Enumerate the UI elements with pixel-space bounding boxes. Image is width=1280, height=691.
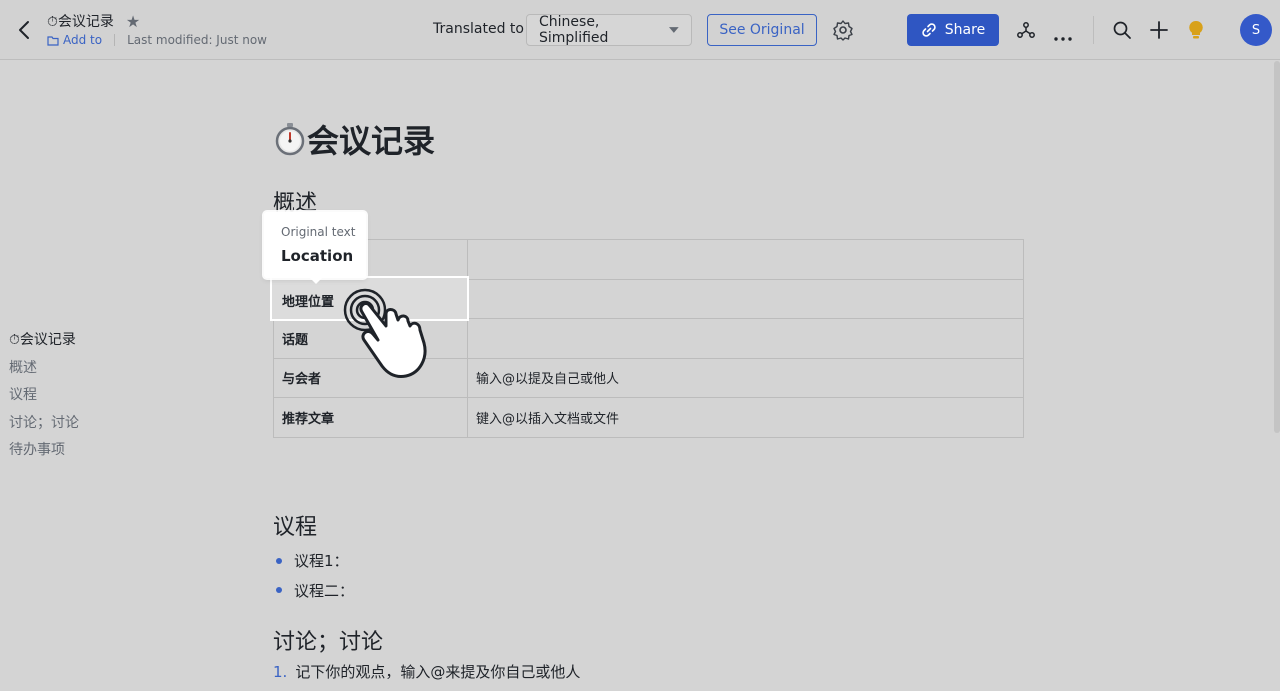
chevron-down-icon — [669, 27, 679, 33]
list-item[interactable]: 议程1： — [273, 546, 354, 576]
table-value-cell[interactable] — [467, 318, 1024, 359]
outline-panel: ⏱会议记录 概述 议程 讨论；讨论 待办事项 — [9, 330, 79, 468]
outline-item[interactable]: ⏱会议记录 — [9, 330, 79, 358]
gear-icon[interactable] — [832, 19, 854, 45]
lightbulb-icon[interactable] — [1186, 19, 1206, 45]
hand-pointer-icon — [340, 288, 460, 384]
back-icon[interactable] — [14, 18, 36, 42]
list-item-text: 议程1： — [294, 552, 349, 571]
list-item-text: 记下你的观点，输入@来提及你自己或他人 — [295, 663, 581, 681]
see-original-button[interactable]: See Original — [707, 14, 817, 46]
list-item-text: 议程二： — [294, 581, 355, 600]
top-bar: ⏱会议记录 ★ Add to Last modified: Just now T… — [0, 0, 1280, 60]
table-value-cell[interactable]: 输入@以提及自己或他人 — [467, 357, 1024, 398]
share-label: Share — [944, 22, 986, 38]
translated-to-label: Translated to — [433, 21, 524, 37]
tooltip-label: Original text — [281, 225, 356, 239]
last-modified: Last modified: Just now — [127, 33, 267, 47]
outline-item[interactable]: 概述 — [9, 358, 79, 386]
link-icon — [922, 23, 936, 37]
language-select[interactable]: Chinese, Simplified — [526, 14, 692, 46]
table-row: 推荐文章 键入@以插入文档或文件 — [273, 397, 1024, 438]
table-value-cell[interactable] — [467, 239, 1024, 280]
plus-icon[interactable] — [1148, 19, 1170, 45]
more-icon[interactable] — [1053, 27, 1073, 46]
share-button[interactable]: Share — [907, 14, 999, 46]
divider — [114, 34, 116, 46]
list-number: 1. — [273, 662, 288, 681]
share-graph-icon[interactable] — [1015, 19, 1037, 45]
outline-item[interactable]: 讨论；讨论 — [9, 413, 79, 441]
bullet-dot — [276, 587, 282, 594]
outline-item[interactable]: 待办事项 — [9, 440, 79, 468]
scrollbar[interactable] — [1274, 61, 1280, 433]
bullet-dot — [276, 557, 282, 564]
page-title[interactable]: 会议记录 — [273, 116, 435, 162]
agenda-list: 议程1： 议程二： — [273, 546, 354, 605]
doc-subline: Add to Last modified: Just now — [47, 33, 267, 47]
list-item[interactable]: 议程二： — [273, 576, 354, 606]
outline-item[interactable]: 议程 — [9, 385, 79, 413]
tooltip-value: Location — [281, 247, 354, 265]
doc-title[interactable]: ⏱会议记录 — [47, 11, 114, 31]
original-text-tooltip: Original text Location — [264, 212, 366, 284]
toolbar-divider — [1093, 16, 1094, 44]
stopwatch-icon — [275, 123, 305, 156]
numbered-list-item[interactable]: 1. 记下你的观点，输入@来提及你自己或他人 — [273, 661, 580, 682]
table-value-cell[interactable]: 键入@以插入文档或文件 — [467, 397, 1024, 438]
table-key-cell[interactable]: 推荐文章 — [273, 397, 468, 438]
add-to-label: Add to — [63, 33, 103, 47]
table-value-cell[interactable] — [467, 278, 1024, 319]
agenda-heading[interactable]: 议程 — [273, 509, 317, 541]
folder-icon — [47, 35, 59, 46]
page-title-text: 会议记录 — [307, 122, 436, 160]
discussion-heading[interactable]: 讨论；讨论 — [273, 624, 383, 656]
avatar[interactable]: S — [1240, 14, 1272, 46]
language-value: Chinese, Simplified — [539, 14, 609, 46]
table-row — [273, 239, 1024, 280]
doc-title-wrap: ⏱会议记录 ★ — [47, 11, 140, 31]
add-to-button[interactable]: Add to — [47, 33, 102, 47]
star-icon[interactable]: ★ — [126, 12, 140, 31]
search-icon[interactable] — [1111, 19, 1133, 45]
